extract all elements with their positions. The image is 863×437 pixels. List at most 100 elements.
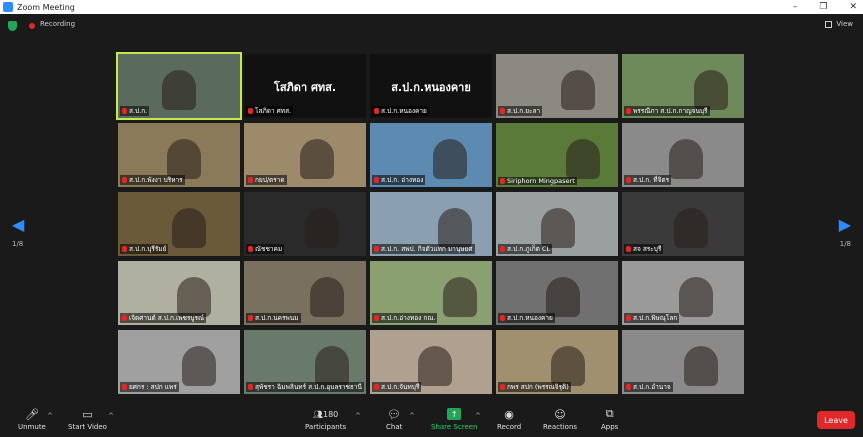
participant-name: ส.ป.ก.พิษณุโลก [633, 314, 678, 322]
share-screen-button[interactable]: ↑ Share Screen [431, 408, 478, 431]
participant-tile[interactable]: ส.ป.ก.พิษณุโลก [622, 261, 744, 325]
participants-button[interactable]: 👥︎ 180 Participants [305, 408, 347, 432]
participant-tile[interactable]: ส.ป.ก. [116, 52, 242, 120]
participant-video [315, 346, 349, 386]
participant-tile[interactable]: ส.ป.ก. อ่างทอง [370, 123, 492, 187]
muted-mic-icon [122, 384, 127, 390]
participant-tile[interactable]: ณัชชาคม [244, 192, 366, 256]
participant-name-label: Siriphorn Mingpasert [498, 177, 577, 185]
participant-tile[interactable]: ส.ป.ก.อ่างทอง กณ. [370, 261, 492, 325]
participant-tile[interactable]: ส.ป.ก.หนองคาย ส.ป.ก.หนองคาย [370, 54, 492, 118]
participant-name-label: เจิดศานต์ ส.ป.ก.เพชรบูรณ์ [120, 313, 207, 323]
muted-mic-icon [626, 246, 631, 252]
view-button[interactable]: View [825, 20, 853, 28]
participant-tile[interactable]: เจิดศานต์ ส.ป.ก.เพชรบูรณ์ [118, 261, 240, 325]
window-controls: – ❐ ✕ [793, 0, 857, 14]
participant-tile[interactable]: กพร สปก (พรรณจิรุติ) [496, 330, 618, 394]
participant-tile[interactable]: สุพัชรา ฉิมพลินทร์ ส.ป.ก.อุบลราชธานี [244, 330, 366, 394]
participant-name: ส.ป.ก. [129, 107, 148, 115]
participant-video [310, 277, 344, 317]
maximize-button[interactable]: ❐ [819, 2, 827, 12]
participant-name: Siriphorn Mingpasert [507, 177, 575, 185]
participant-tile[interactable]: ส.ป.ก.อำนาจ [622, 330, 744, 394]
participant-tile[interactable]: กยป/ตราด [244, 123, 366, 187]
participants-options-caret[interactable]: ^ [355, 412, 361, 420]
view-label: View [836, 20, 853, 28]
participant-tile[interactable]: ส.ป.ก. ที่จิตร [622, 123, 744, 187]
participant-name: พรรณีภา ส.ป.ก.กาญจนบุรี [633, 107, 708, 115]
participant-video [177, 277, 211, 317]
participant-name-label: ส.ป.ก. อ่างทอง [372, 175, 426, 185]
participant-video [433, 139, 467, 179]
participant-name: โสภิดา ศทส. [255, 107, 292, 115]
participant-tile[interactable]: ยศกร : สปก แพร่ [118, 330, 240, 394]
chat-icon: 💬︎ [387, 407, 402, 421]
chat-options-caret[interactable]: ^ [409, 412, 415, 420]
participant-tile[interactable]: ส.ป.ก.จันทบุรี [370, 330, 492, 394]
participant-video [182, 346, 216, 386]
participants-label: Participants [305, 423, 347, 431]
participant-name-label: สุพัชรา ฉิมพลินทร์ ส.ป.ก.อุบลราชธานี [246, 382, 364, 392]
muted-mic-icon [122, 246, 127, 252]
participant-name: ณัชชาคม [255, 245, 283, 253]
muted-mic-icon [626, 108, 631, 114]
participant-tile[interactable]: Siriphorn Mingpasert [496, 123, 618, 187]
participant-name-label: ส.ป.ก.อำนาจ [624, 382, 673, 392]
participant-name-label: ส.ป.ก.หนองคาย [372, 106, 429, 116]
participant-name-label: ส.ป.ก.บุรีรัมย์ [120, 244, 169, 254]
participant-tile[interactable]: โสภิดา ศทส. โสภิดา ศทส. [244, 54, 366, 118]
participant-tile[interactable]: ส.ป.ก.บุรีรัมย์ [118, 192, 240, 256]
participant-tile[interactable]: ส.ป.ก.หนองคาย [496, 261, 618, 325]
muted-mic-icon [500, 108, 505, 114]
participant-video [694, 70, 728, 110]
participant-tile[interactable]: พรรณีภา ส.ป.ก.กาญจนบุรี [622, 54, 744, 118]
close-button[interactable]: ✕ [849, 2, 857, 12]
video-options-caret[interactable]: ^ [108, 412, 114, 420]
muted-mic-icon [626, 384, 631, 390]
participant-video [172, 208, 206, 248]
participant-tile[interactable]: ส.ป.ก.พังงา บริหาร [118, 123, 240, 187]
muted-mic-icon [500, 315, 505, 321]
participant-video [541, 208, 575, 248]
muted-mic-icon [626, 177, 631, 183]
audio-options-caret[interactable]: ^ [47, 412, 53, 420]
participant-tile[interactable]: ส.ป.ก.ภูเก็ต CL [496, 192, 618, 256]
previous-page-icon[interactable]: ◀ [12, 215, 24, 234]
recording-label[interactable]: Recording [40, 20, 75, 28]
record-button[interactable]: ◉ Record [497, 408, 521, 432]
chat-button[interactable]: 💬︎ Chat [386, 407, 403, 432]
muted-mic-icon [500, 384, 505, 390]
muted-mic-icon [500, 246, 505, 252]
start-video-button[interactable]: ▭ Start Video [68, 408, 107, 432]
next-page-icon[interactable]: ▶ [839, 215, 851, 234]
share-options-caret[interactable]: ^ [475, 412, 481, 420]
leave-button[interactable]: Leave [817, 411, 855, 429]
participant-name: ส.ป.ก.นครพนม [255, 314, 299, 322]
video-grid: ส.ป.ก. โสภิดา ศทส. โสภิดา ศทส. ส.ป.ก.หนองคา… [116, 52, 744, 394]
participant-name: ส.ป.ก.จันทบุรี [381, 383, 420, 391]
apps-label: Apps [601, 423, 619, 431]
shield-icon[interactable] [8, 21, 17, 31]
apps-button[interactable]: ⧉ Apps [601, 407, 619, 431]
minimize-button[interactable]: – [793, 2, 798, 12]
unmute-button[interactable]: 🎤︎ Unmute [18, 408, 46, 432]
participant-name: ส.ป.ก.หนองคาย [507, 314, 553, 322]
participant-tile[interactable]: ส.ป.ก.นครพนม [244, 261, 366, 325]
participant-display-name: โสภิดา ศทส. [273, 81, 337, 94]
chat-label: Chat [386, 423, 403, 431]
reactions-button[interactable]: ☺ Reactions [543, 407, 577, 432]
participant-name-label: ส.ป.ก.ภูเก็ต CL [498, 244, 553, 254]
muted-mic-icon [248, 108, 253, 114]
reactions-icon: ☺ [554, 407, 566, 421]
muted-mic-icon [248, 315, 253, 321]
muted-mic-icon [374, 246, 379, 252]
participant-video [167, 139, 201, 179]
participant-tile[interactable]: สจ สระบุรี [622, 192, 744, 256]
page-indicator-left: 1/8 [12, 240, 24, 248]
participant-tile[interactable]: ส.ป.ก.ยะลา [496, 54, 618, 118]
participant-tile[interactable]: ส.ป.ก. สพป. กิจตัวแทก มานุษยศ [370, 192, 492, 256]
participant-name: ส.ป.ก. อ่างทอง [381, 176, 424, 184]
participant-name-label: สจ สระบุรี [624, 244, 664, 254]
participant-name-label: ส.ป.ก.หนองคาย [498, 313, 555, 323]
participant-name: ยศกร : สปก แพร่ [129, 383, 177, 391]
